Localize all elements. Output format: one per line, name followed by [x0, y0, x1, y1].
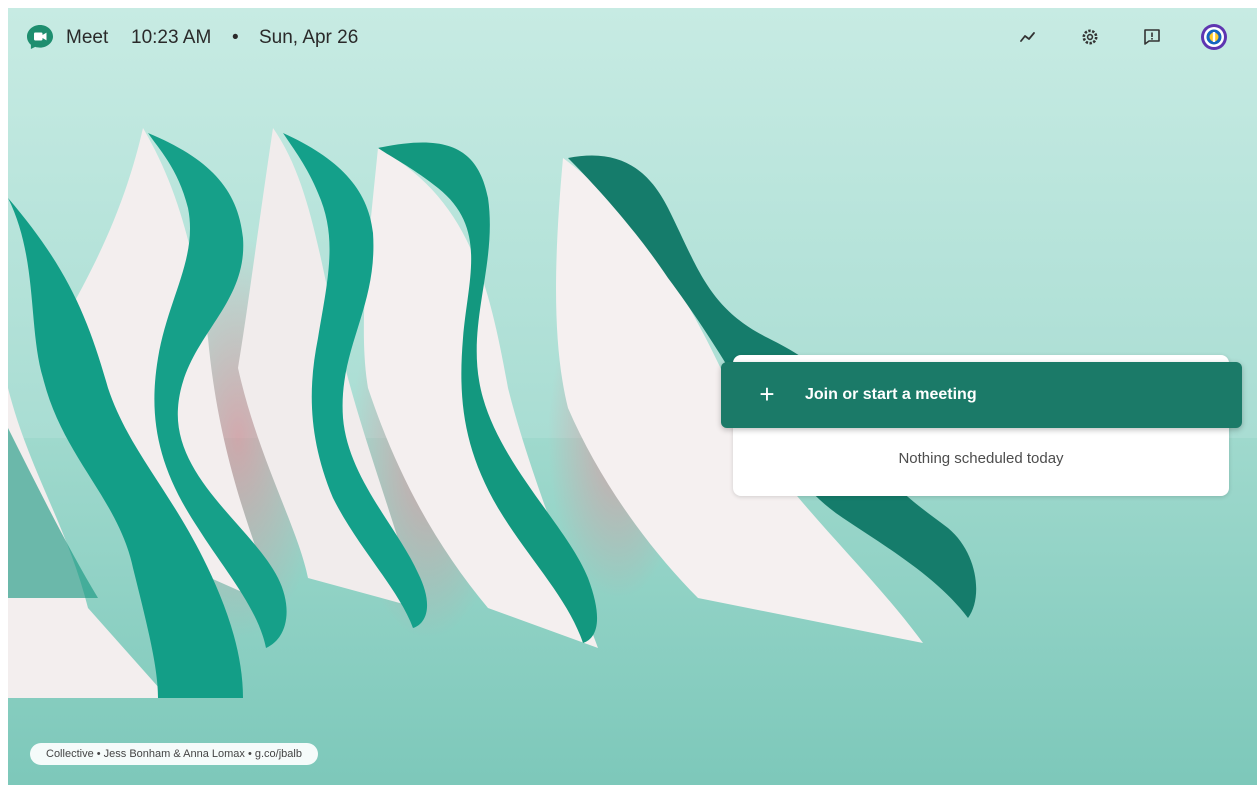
activity-button[interactable] [1013, 22, 1043, 52]
feedback-icon [1144, 29, 1160, 45]
time-date-separator: • [232, 27, 239, 48]
settings-button[interactable] [1075, 22, 1105, 52]
meet-logo-icon [27, 25, 53, 49]
plus-icon: + [759, 379, 775, 409]
join-button-label: Join or start a meeting [805, 386, 977, 403]
settings-gear-icon [1082, 29, 1098, 45]
credit-collection: Collective [46, 748, 94, 760]
credit-artists: Jess Bonham & Anna Lomax [103, 748, 245, 760]
schedule-empty-state: Nothing scheduled today [898, 450, 1064, 467]
app-name: Meet [66, 27, 109, 48]
top-bar: Meet 10:23 AM • Sun, Apr 26 [0, 0, 1257, 75]
credit-link[interactable]: g.co/jbalb [255, 748, 302, 760]
current-time: 10:23 AM [131, 27, 212, 48]
account-avatar [1201, 24, 1227, 50]
activity-icon [1020, 32, 1035, 42]
current-date: Sun, Apr 26 [259, 27, 359, 48]
background-attribution: Collective • Jess Bonham & Anna Lomax • … [30, 743, 318, 765]
feedback-button[interactable] [1137, 22, 1167, 52]
account-button[interactable] [1199, 22, 1229, 52]
credit-separator: • [244, 748, 255, 760]
join-or-start-meeting-button[interactable]: + Join or start a meeting [721, 362, 1242, 428]
credit-separator: • [93, 748, 104, 760]
